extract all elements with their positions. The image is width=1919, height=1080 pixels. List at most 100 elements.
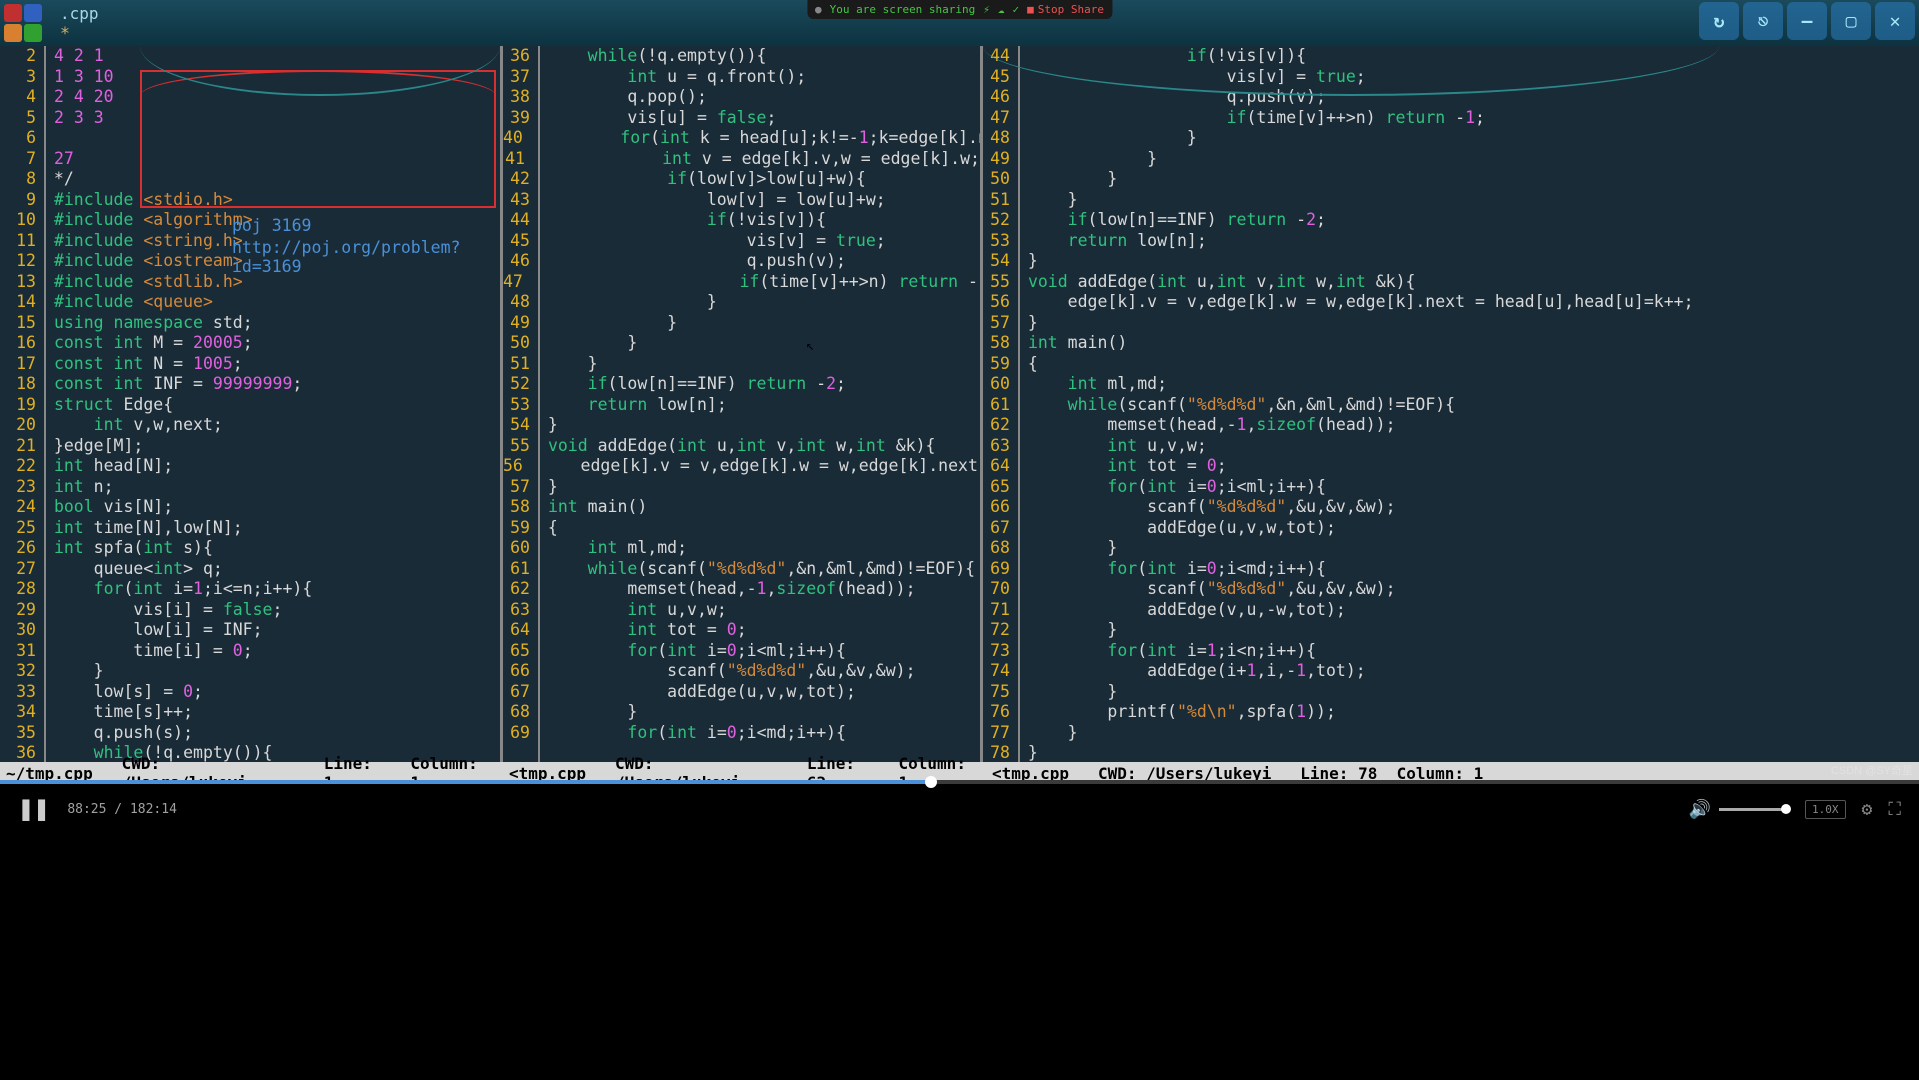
- code-line[interactable]: 34 time[s]++;: [0, 702, 500, 723]
- code-line[interactable]: 54 }: [503, 415, 980, 436]
- code-line[interactable]: 5 2 3 3: [0, 108, 500, 129]
- code-line[interactable]: 61 while(scanf("%d%d%d",&n,&ml,&md)!=EOF…: [503, 559, 980, 580]
- code-line[interactable]: 70 scanf("%d%d%d",&u,&v,&w);: [983, 579, 1919, 600]
- code-line[interactable]: 37 int u = q.front();: [503, 67, 980, 88]
- code-line[interactable]: 9 #include <stdio.h>: [0, 190, 500, 211]
- code-line[interactable]: 46 q.push(v);: [983, 87, 1919, 108]
- code-line[interactable]: 24 bool vis[N];: [0, 497, 500, 518]
- code-line[interactable]: 66 scanf("%d%d%d",&u,&v,&w);: [503, 661, 980, 682]
- code-line[interactable]: 57 }: [503, 477, 980, 498]
- code-line[interactable]: 78 }: [983, 743, 1919, 762]
- code-line[interactable]: 30 low[i] = INF;: [0, 620, 500, 641]
- editor-pane-1[interactable]: 2 4 2 13 1 3 104 2 4 205 2 3 36 7 278 */…: [0, 46, 503, 762]
- code-line[interactable]: 56 edge[k].v = v,edge[k].w = w,edge[k].n…: [983, 292, 1919, 313]
- code-line[interactable]: 3 1 3 10: [0, 67, 500, 88]
- code-line[interactable]: 64 int tot = 0;: [503, 620, 980, 641]
- share-check-icon[interactable]: ✓: [1013, 3, 1020, 16]
- code-line[interactable]: 15 using namespace std;: [0, 313, 500, 334]
- app-icon-red[interactable]: [4, 4, 22, 22]
- code-line[interactable]: 55 void addEdge(int u,int v,int w,int &k…: [503, 436, 980, 457]
- app-icon-green[interactable]: [24, 24, 42, 42]
- code-line[interactable]: 75 }: [983, 682, 1919, 703]
- code-line[interactable]: 50 }: [983, 169, 1919, 190]
- code-line[interactable]: 22 int head[N];: [0, 456, 500, 477]
- screen-share-bar[interactable]: ● You are screen sharing ⚡ ☁ ✓ ■ Stop Sh…: [807, 0, 1112, 19]
- code-line[interactable]: 60 int ml,md;: [983, 374, 1919, 395]
- volume-control[interactable]: 🔊: [1689, 799, 1789, 820]
- code-line[interactable]: 65 for(int i=0;i<ml;i++){: [983, 477, 1919, 498]
- stop-share-button[interactable]: ■ Stop Share: [1027, 3, 1104, 16]
- fullscreen-icon[interactable]: ⛶: [1888, 799, 1901, 820]
- code-line[interactable]: 27 queue<int> q;: [0, 559, 500, 580]
- code-line[interactable]: 2 4 2 1: [0, 46, 500, 67]
- code-line[interactable]: 4 2 4 20: [0, 87, 500, 108]
- code-line[interactable]: 69 for(int i=0;i<md;i++){: [503, 723, 980, 744]
- code-line[interactable]: 51 }: [503, 354, 980, 375]
- code-line[interactable]: 55 void addEdge(int u,int v,int w,int &k…: [983, 272, 1919, 293]
- win-btn-2[interactable]: ⎋: [1743, 2, 1783, 40]
- code-line[interactable]: 77 }: [983, 723, 1919, 744]
- code-line[interactable]: 67 addEdge(u,v,w,tot);: [983, 518, 1919, 539]
- code-line[interactable]: 16 const int M = 20005;: [0, 333, 500, 354]
- volume-track[interactable]: [1719, 808, 1789, 811]
- code-line[interactable]: 38 q.pop();: [503, 87, 980, 108]
- code-line[interactable]: 52 if(low[n]==INF) return -2;: [983, 210, 1919, 231]
- code-line[interactable]: 64 int tot = 0;: [983, 456, 1919, 477]
- code-line[interactable]: 68 }: [983, 538, 1919, 559]
- code-line[interactable]: 39 vis[u] = false;: [503, 108, 980, 129]
- code-line[interactable]: 52 if(low[n]==INF) return -2;: [503, 374, 980, 395]
- code-line[interactable]: 31 time[i] = 0;: [0, 641, 500, 662]
- code-line[interactable]: 47 if(time[v]++>n) return -1;: [503, 272, 980, 293]
- code-line[interactable]: 29 vis[i] = false;: [0, 600, 500, 621]
- code-line[interactable]: 60 int ml,md;: [503, 538, 980, 559]
- code-line[interactable]: 62 memset(head,-1,sizeof(head));: [503, 579, 980, 600]
- code-line[interactable]: 48 }: [503, 292, 980, 313]
- code-line[interactable]: 45 vis[v] = true;: [503, 231, 980, 252]
- code-line[interactable]: 44 if(!vis[v]){: [503, 210, 980, 231]
- code-line[interactable]: 7 27: [0, 149, 500, 170]
- code-line[interactable]: 25 int time[N],low[N];: [0, 518, 500, 539]
- app-icon-orange[interactable]: [4, 24, 22, 42]
- code-line[interactable]: 41 int v = edge[k].v,w = edge[k].w;: [503, 149, 980, 170]
- code-line[interactable]: 67 addEdge(u,v,w,tot);: [503, 682, 980, 703]
- code-line[interactable]: 26 int spfa(int s){: [0, 538, 500, 559]
- maximize-button[interactable]: ▢: [1831, 2, 1871, 40]
- code-line[interactable]: 56 edge[k].v = v,edge[k].w = w,edge[k].n…: [503, 456, 980, 477]
- share-cloud-icon[interactable]: ☁: [998, 3, 1005, 16]
- code-line[interactable]: 19 struct Edge{: [0, 395, 500, 416]
- code-line[interactable]: 17 const int N = 1005;: [0, 354, 500, 375]
- app-icon-blue[interactable]: [24, 4, 42, 22]
- code-line[interactable]: 14 #include <queue>: [0, 292, 500, 313]
- code-line[interactable]: 53 return low[n];: [983, 231, 1919, 252]
- code-line[interactable]: 49 }: [503, 313, 980, 334]
- code-line[interactable]: 73 for(int i=1;i<n;i++){: [983, 641, 1919, 662]
- code-line[interactable]: 8 */: [0, 169, 500, 190]
- code-line[interactable]: 43 low[v] = low[u]+w;: [503, 190, 980, 211]
- pause-button[interactable]: ❚❚: [18, 794, 49, 824]
- volume-icon[interactable]: 🔊: [1689, 799, 1711, 820]
- code-line[interactable]: 59 {: [503, 518, 980, 539]
- code-line[interactable]: 57 }: [983, 313, 1919, 334]
- progress-track[interactable]: [0, 780, 1919, 784]
- code-line[interactable]: 68 }: [503, 702, 980, 723]
- code-line[interactable]: 20 int v,w,next;: [0, 415, 500, 436]
- close-button[interactable]: ✕: [1875, 2, 1915, 40]
- code-line[interactable]: 51 }: [983, 190, 1919, 211]
- code-line[interactable]: 35 q.push(s);: [0, 723, 500, 744]
- code-line[interactable]: 40 for(int k = head[u];k!=-1;k=edge[k].n…: [503, 128, 980, 149]
- code-line[interactable]: 63 int u,v,w;: [983, 436, 1919, 457]
- code-line[interactable]: 74 addEdge(i+1,i,-1,tot);: [983, 661, 1919, 682]
- playback-speed[interactable]: 1.0X: [1805, 800, 1846, 819]
- code-line[interactable]: 49 }: [983, 149, 1919, 170]
- code-line[interactable]: 76 printf("%d\n",spfa(1));: [983, 702, 1919, 723]
- code-line[interactable]: 36 while(!q.empty()){: [503, 46, 980, 67]
- editor-pane-3[interactable]: 44 if(!vis[v]){45 vis[v] = true;46 q.pus…: [983, 46, 1919, 762]
- code-line[interactable]: 62 memset(head,-1,sizeof(head));: [983, 415, 1919, 436]
- code-line[interactable]: 48 }: [983, 128, 1919, 149]
- code-line[interactable]: 71 addEdge(v,u,-w,tot);: [983, 600, 1919, 621]
- settings-icon[interactable]: ⚙: [1862, 799, 1873, 820]
- code-line[interactable]: 45 vis[v] = true;: [983, 67, 1919, 88]
- code-line[interactable]: 50 }: [503, 333, 980, 354]
- code-line[interactable]: 69 for(int i=0;i<md;i++){: [983, 559, 1919, 580]
- code-line[interactable]: 44 if(!vis[v]){: [983, 46, 1919, 67]
